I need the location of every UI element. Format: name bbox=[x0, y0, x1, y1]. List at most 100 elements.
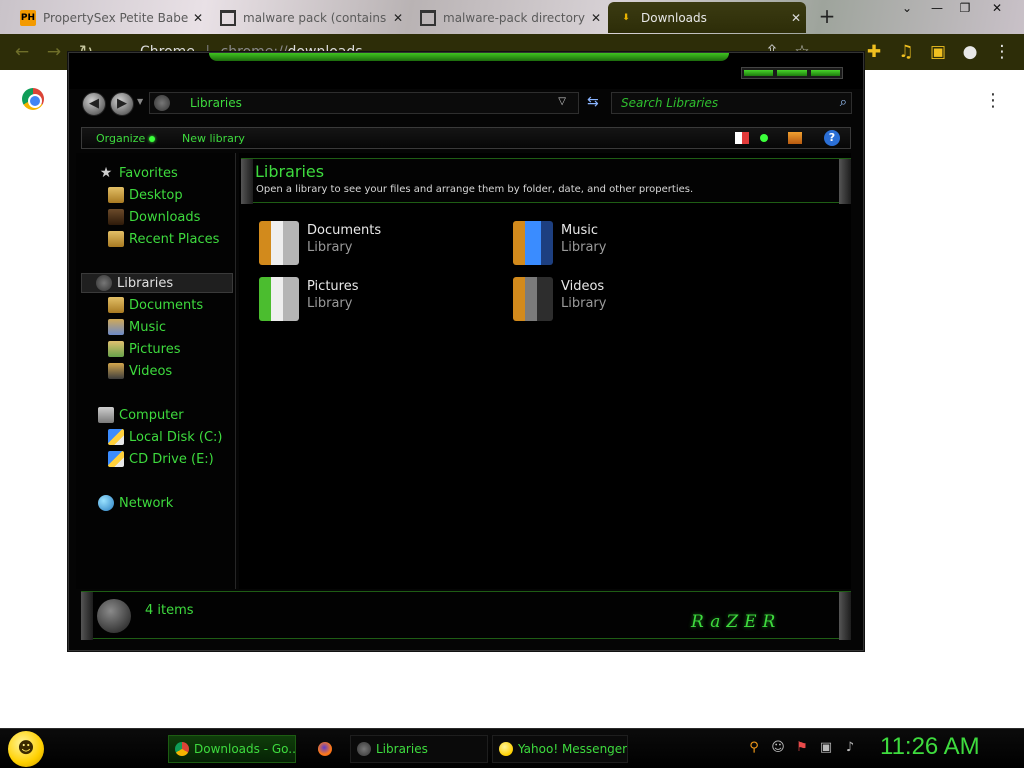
recent-pages-dropdown-icon[interactable]: ▼ bbox=[137, 97, 143, 106]
new-tab-button[interactable]: + bbox=[816, 6, 838, 28]
search-icon[interactable]: ⌕ bbox=[840, 95, 847, 110]
tab-search-button[interactable]: ⌄ bbox=[892, 0, 922, 18]
ph-favicon-icon: PH bbox=[20, 9, 36, 26]
nav-favorites[interactable]: ★ Favorites bbox=[98, 163, 178, 183]
desktop-folder-icon bbox=[108, 187, 124, 203]
forward-icon[interactable]: → bbox=[44, 42, 64, 62]
library-type: Library bbox=[307, 240, 353, 255]
explorer-window: ◀ ▶ ▼ Libraries ▽ ⇆ Search Libraries ⌕ O… bbox=[68, 52, 864, 651]
status-edge bbox=[839, 592, 851, 640]
media-control-icon[interactable]: ♫ bbox=[896, 42, 916, 62]
downloads-folder-icon bbox=[108, 209, 124, 225]
music-library-icon bbox=[108, 319, 124, 335]
nav-videos[interactable]: Videos bbox=[108, 361, 172, 381]
browser-tab[interactable]: malware-pack directory ✕ bbox=[410, 2, 606, 33]
nav-label: Local Disk (C:) bbox=[129, 429, 223, 445]
library-name: Videos bbox=[561, 279, 605, 294]
minimize-button[interactable] bbox=[744, 70, 774, 76]
messenger-tray-icon[interactable]: ☺ bbox=[770, 740, 786, 756]
preview-pane-icon[interactable] bbox=[788, 132, 802, 144]
library-item-music[interactable]: Music Library bbox=[513, 219, 733, 267]
library-item-pictures[interactable]: Pictures Library bbox=[259, 275, 479, 323]
forward-button[interactable]: ▶ bbox=[110, 92, 134, 116]
explorer-address-bar[interactable]: Libraries ▽ bbox=[149, 92, 579, 114]
nav-label: CD Drive (E:) bbox=[129, 451, 214, 467]
library-name: Pictures bbox=[307, 279, 359, 294]
page-menu-icon[interactable]: ⋮ bbox=[984, 90, 1002, 111]
close-button[interactable] bbox=[810, 70, 840, 76]
library-item-videos[interactable]: Videos Library bbox=[513, 275, 733, 323]
library-name: Documents bbox=[307, 223, 382, 238]
close-tab-icon[interactable]: ✕ bbox=[188, 11, 208, 25]
documents-library-icon bbox=[108, 297, 124, 313]
nav-cd-drive[interactable]: CD Drive (E:) bbox=[108, 449, 214, 469]
close-tab-icon[interactable]: ✕ bbox=[388, 11, 408, 25]
network-tray-icon[interactable]: ▣ bbox=[818, 740, 834, 756]
taskbar-item-libraries[interactable]: Libraries bbox=[350, 735, 488, 763]
tab-title: malware pack (contains bbox=[243, 10, 387, 25]
refresh-icon[interactable]: ⇆ bbox=[587, 94, 599, 110]
organize-button[interactable]: Organize bbox=[96, 132, 156, 145]
start-button[interactable]: ☻ bbox=[8, 731, 44, 767]
taskbar-item-yahoo-messenger[interactable]: Yahoo! Messenger bbox=[492, 735, 628, 763]
volume-icon[interactable]: ♪ bbox=[842, 740, 858, 756]
browser-menu-icon[interactable]: ⋮ bbox=[992, 42, 1012, 62]
nav-recent-places[interactable]: Recent Places bbox=[108, 229, 219, 249]
nav-local-disk[interactable]: Local Disk (C:) bbox=[108, 427, 222, 447]
nav-desktop[interactable]: Desktop bbox=[108, 185, 183, 205]
address-dropdown-icon[interactable]: ▽ bbox=[558, 96, 566, 107]
firefox-icon bbox=[318, 742, 332, 756]
profile-avatar-icon[interactable]: ● bbox=[960, 42, 980, 62]
taskbar: ☻ Downloads - Go... Libraries Yahoo! Mes… bbox=[0, 728, 1024, 768]
content-pane: Libraries Open a library to see your fil… bbox=[239, 153, 851, 589]
taskbar-item-chrome[interactable]: Downloads - Go... bbox=[168, 735, 296, 763]
nav-downloads[interactable]: Downloads bbox=[108, 207, 200, 227]
nav-computer[interactable]: Computer bbox=[98, 405, 184, 425]
close-window-button[interactable]: ✕ bbox=[982, 0, 1012, 18]
new-library-button[interactable]: New library bbox=[182, 132, 245, 145]
back-button[interactable]: ◀ bbox=[82, 92, 106, 116]
nav-music[interactable]: Music bbox=[108, 317, 166, 337]
back-icon[interactable]: ← bbox=[12, 42, 32, 62]
window-caption-buttons[interactable] bbox=[741, 67, 843, 79]
side-panel-icon[interactable]: ▣ bbox=[928, 42, 948, 62]
explorer-title-bar[interactable] bbox=[69, 53, 863, 89]
clock[interactable]: 11:26 AM bbox=[880, 733, 980, 761]
maximize-button[interactable] bbox=[777, 70, 807, 76]
action-center-flag-icon[interactable]: ⚑ bbox=[794, 740, 810, 756]
help-icon[interactable]: ? bbox=[824, 130, 840, 146]
nav-label: Favorites bbox=[119, 165, 178, 181]
library-item-documents[interactable]: Documents Library bbox=[259, 219, 479, 267]
chrome-icon bbox=[175, 742, 189, 756]
nav-documents[interactable]: Documents bbox=[108, 295, 203, 315]
close-tab-icon[interactable]: ✕ bbox=[786, 11, 806, 25]
archive-favicon-icon bbox=[220, 9, 236, 26]
taskbar-item-firefox[interactable] bbox=[312, 735, 346, 763]
nav-network[interactable]: Network bbox=[98, 493, 173, 513]
search-tray-icon[interactable]: ⚲ bbox=[746, 740, 762, 756]
chrome-logo-icon bbox=[22, 88, 44, 110]
task-label: Downloads - Go... bbox=[194, 742, 296, 756]
restore-button[interactable]: ❐ bbox=[950, 0, 980, 18]
minimize-button[interactable]: — bbox=[922, 0, 952, 18]
extensions-icon[interactable]: ✚ bbox=[864, 42, 884, 62]
nav-pictures[interactable]: Pictures bbox=[108, 339, 180, 359]
title-glow bbox=[209, 53, 729, 61]
search-input[interactable]: Search Libraries ⌕ bbox=[611, 92, 852, 114]
item-count: 4 items bbox=[145, 603, 194, 618]
star-icon: ★ bbox=[99, 165, 113, 181]
task-label: Libraries bbox=[376, 742, 428, 756]
task-label: Yahoo! Messenger bbox=[518, 742, 628, 756]
nav-libraries[interactable]: Libraries bbox=[81, 273, 233, 293]
view-options-icon[interactable] bbox=[735, 132, 749, 144]
browser-tab[interactable]: malware pack (contains ✕ bbox=[210, 2, 408, 33]
nav-label: Documents bbox=[129, 297, 204, 313]
computer-icon bbox=[98, 407, 114, 423]
nav-label: Downloads bbox=[129, 209, 201, 225]
browser-tab-active[interactable]: ⬇ Downloads ✕ bbox=[608, 2, 806, 33]
nav-label: Desktop bbox=[129, 187, 183, 203]
music-library-icon bbox=[513, 221, 553, 265]
tab-title: PropertySex Petite Babe bbox=[43, 10, 188, 25]
close-tab-icon[interactable]: ✕ bbox=[586, 11, 606, 25]
browser-tab[interactable]: PH PropertySex Petite Babe ✕ bbox=[10, 2, 208, 33]
